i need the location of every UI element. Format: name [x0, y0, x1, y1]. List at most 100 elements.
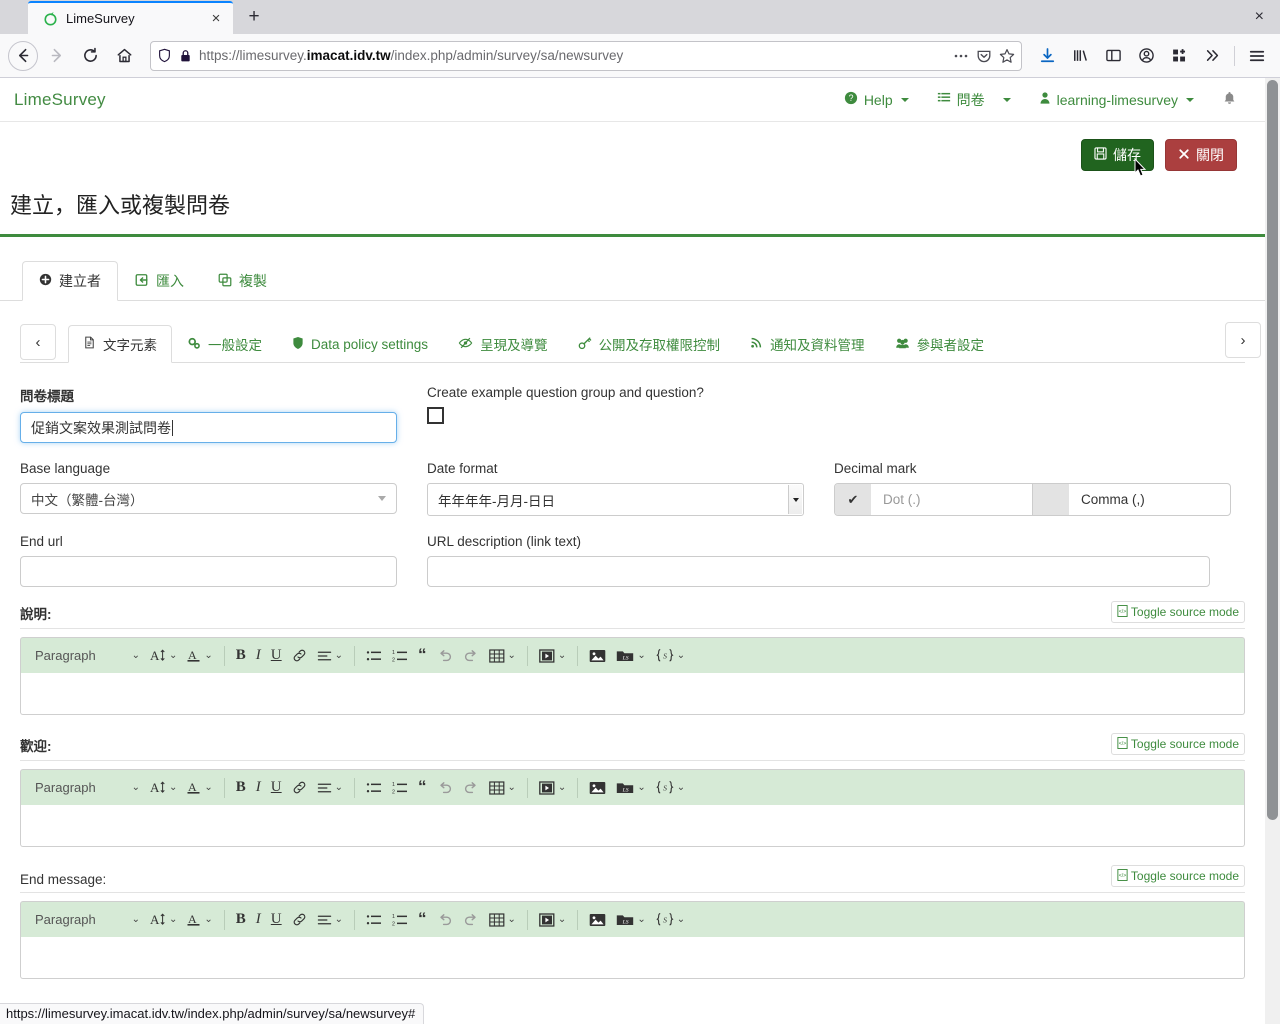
italic-button[interactable]: I — [251, 906, 266, 934]
ls-expression-button[interactable]: S ⌄ — [651, 906, 690, 934]
redo-button[interactable] — [458, 906, 484, 934]
editor-description-body[interactable] — [20, 673, 1245, 715]
toggle-source-mode-button[interactable]: </> Toggle source mode — [1110, 733, 1245, 755]
home-icon[interactable] — [108, 40, 140, 72]
subtab-participants[interactable]: 參與者設定 — [880, 325, 1000, 363]
notification-bell-icon[interactable] — [1208, 90, 1251, 110]
italic-button[interactable]: I — [251, 642, 266, 670]
image-button[interactable] — [584, 906, 611, 934]
toggle-source-mode-button[interactable]: </> Toggle source mode — [1110, 601, 1245, 623]
vertical-scrollbar[interactable] — [1265, 78, 1280, 1024]
image-button[interactable] — [584, 774, 611, 802]
decimal-mark-option-dot[interactable]: ✔ Dot (.) — [835, 484, 1032, 515]
font-color-button[interactable]: A ⌄ — [182, 642, 217, 670]
redo-button[interactable] — [458, 642, 484, 670]
underline-button[interactable]: U — [266, 642, 287, 670]
overflow-icon[interactable] — [1197, 41, 1227, 71]
library-icon[interactable] — [1065, 41, 1095, 71]
tab-close-icon[interactable]: × — [207, 10, 225, 28]
underline-button[interactable]: U — [266, 774, 287, 802]
media-button[interactable]: ⌄ — [534, 642, 571, 670]
font-size-button[interactable]: A ⌄ — [145, 642, 182, 670]
help-menu[interactable]: ? Help — [830, 78, 923, 122]
user-menu[interactable]: learning-limesurvey — [1025, 78, 1208, 122]
blockquote-button[interactable]: “ — [413, 774, 432, 802]
back-icon[interactable] — [8, 40, 38, 71]
url-text[interactable]: https://limesurvey.imacat.idv.tw/index.p… — [199, 48, 946, 63]
underline-button[interactable]: U — [266, 906, 287, 934]
blockquote-button[interactable]: “ — [413, 906, 432, 934]
bold-button[interactable]: B — [231, 774, 251, 802]
bulleted-list-button[interactable] — [361, 906, 387, 934]
font-color-button[interactable]: A ⌄ — [182, 906, 217, 934]
tab-create[interactable]: 建立者 — [22, 261, 118, 301]
base-language-select[interactable]: 中文（繁體-台灣） — [20, 483, 397, 514]
numbered-list-button[interactable]: 12 — [387, 642, 413, 670]
bulleted-list-button[interactable] — [361, 774, 387, 802]
link-button[interactable] — [287, 642, 312, 670]
numbered-list-button[interactable]: 12 — [387, 906, 413, 934]
limesurvey-logo[interactable]: LimeSurvey — [14, 90, 106, 110]
close-button[interactable]: 關閉 — [1165, 139, 1237, 171]
link-button[interactable] — [287, 906, 312, 934]
bookmark-star-icon[interactable] — [999, 48, 1015, 64]
surveys-dropdown-caret[interactable] — [999, 78, 1025, 122]
bold-button[interactable]: B — [231, 642, 251, 670]
extensions-icon[interactable] — [1164, 41, 1194, 71]
font-size-button[interactable]: A ⌄ — [145, 906, 182, 934]
download-icon[interactable] — [1032, 41, 1062, 71]
bold-button[interactable]: B — [231, 906, 251, 934]
editor-end-message-body[interactable] — [20, 937, 1245, 979]
menu-icon[interactable] — [1242, 41, 1272, 71]
ls-file-button[interactable]: LS ⌄ — [611, 906, 650, 934]
tab-import[interactable]: 匯入 — [118, 261, 201, 301]
survey-title-input[interactable]: 促銷文案效果測試問卷 — [20, 412, 397, 443]
text-align-button[interactable]: ⌄ — [312, 642, 348, 670]
numbered-list-button[interactable]: 12 — [387, 774, 413, 802]
table-button[interactable]: ⌄ — [484, 906, 521, 934]
tab-copy[interactable]: 複製 — [201, 261, 284, 301]
subtab-data-policy[interactable]: Data policy settings — [277, 325, 443, 363]
end-url-input[interactable] — [20, 556, 397, 587]
tabs-prev-button[interactable]: ‹ — [20, 324, 56, 360]
table-button[interactable]: ⌄ — [484, 774, 521, 802]
new-tab-button[interactable]: + — [239, 2, 269, 32]
font-size-button[interactable]: A ⌄ — [145, 774, 182, 802]
blockquote-button[interactable]: “ — [413, 642, 432, 670]
decimal-mark-option-comma[interactable]: ✔ Comma (,) — [1033, 484, 1230, 515]
table-button[interactable]: ⌄ — [484, 642, 521, 670]
paragraph-format-dropdown[interactable]: Paragraph ⌄ — [27, 642, 145, 670]
subtab-text-elements[interactable]: 文字元素 — [68, 325, 172, 363]
undo-button[interactable] — [432, 642, 458, 670]
toggle-source-mode-button[interactable]: </> Toggle source mode — [1110, 865, 1245, 887]
lock-icon[interactable] — [179, 49, 192, 63]
window-close-icon[interactable]: × — [1249, 8, 1270, 26]
media-button[interactable]: ⌄ — [534, 906, 571, 934]
ls-expression-button[interactable]: S ⌄ — [651, 774, 690, 802]
redo-button[interactable] — [458, 774, 484, 802]
undo-button[interactable] — [432, 774, 458, 802]
subtab-presentation[interactable]: 呈現及導覽 — [443, 325, 563, 363]
save-button[interactable]: 儲存 — [1081, 139, 1154, 171]
bulleted-list-button[interactable] — [361, 642, 387, 670]
text-align-button[interactable]: ⌄ — [312, 774, 348, 802]
ls-expression-button[interactable]: S ⌄ — [651, 642, 690, 670]
browser-tab[interactable]: LimeSurvey × — [28, 1, 233, 34]
surveys-menu[interactable]: 問卷 — [923, 78, 999, 122]
account-icon[interactable] — [1131, 41, 1161, 71]
subtab-general-settings[interactable]: 一般設定 — [172, 325, 277, 363]
ls-file-button[interactable]: LS ⌄ — [611, 642, 650, 670]
url-bar[interactable]: https://limesurvey.imacat.idv.tw/index.p… — [150, 40, 1022, 71]
sidebar-icon[interactable] — [1098, 41, 1128, 71]
shield-icon[interactable] — [157, 48, 172, 63]
reload-icon[interactable] — [74, 40, 106, 72]
undo-button[interactable] — [432, 906, 458, 934]
link-button[interactable] — [287, 774, 312, 802]
text-align-button[interactable]: ⌄ — [312, 906, 348, 934]
tabs-next-button[interactable]: › — [1225, 322, 1261, 358]
editor-welcome-body[interactable] — [20, 805, 1245, 847]
paragraph-format-dropdown[interactable]: Paragraph ⌄ — [27, 774, 145, 802]
date-format-select[interactable]: 年年年年-月月-日日 — [427, 483, 804, 516]
ls-file-button[interactable]: LS ⌄ — [611, 774, 650, 802]
font-color-button[interactable]: A ⌄ — [182, 774, 217, 802]
